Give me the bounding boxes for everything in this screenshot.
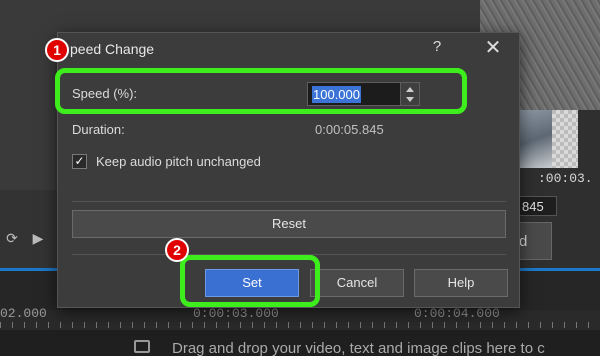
- ruler-label: 0:00:04.000: [414, 306, 500, 321]
- step-2-badge: 2: [165, 238, 189, 262]
- set-highlight: [180, 255, 320, 307]
- speed-highlight: [55, 68, 467, 114]
- preview-timecode: :00:03.: [538, 171, 593, 186]
- help-button[interactable]: Help: [414, 269, 508, 297]
- dialog-title: peed Change: [70, 41, 155, 57]
- play-icon[interactable]: ▶: [26, 226, 50, 250]
- step-1-badge: 1: [45, 38, 69, 62]
- ruler-label: 0:00:03.000: [193, 306, 279, 321]
- loop-icon[interactable]: ⟳: [0, 226, 24, 250]
- help-icon[interactable]: ?: [429, 38, 445, 55]
- ruler-label: 02.000: [0, 306, 47, 321]
- keep-pitch-checkbox[interactable]: ✓: [72, 154, 87, 169]
- duration-value: 0:00:05.845: [315, 122, 384, 137]
- keep-pitch-label[interactable]: Keep audio pitch unchanged: [96, 154, 261, 169]
- clip-thumbnail-image: [520, 110, 552, 168]
- playback-tools: ⟳ ▶: [0, 226, 56, 252]
- reset-button[interactable]: Reset: [72, 210, 506, 238]
- image-icon: [134, 340, 150, 353]
- cancel-button[interactable]: Cancel: [310, 269, 404, 297]
- divider: [72, 201, 506, 202]
- duration-label: Duration:: [72, 122, 125, 137]
- ruler-ticks: [0, 322, 600, 328]
- close-icon[interactable]: ✕: [482, 35, 504, 60]
- timecode-field[interactable]: 845: [517, 196, 557, 216]
- drop-hint: Drag and drop your video, text and image…: [172, 340, 545, 356]
